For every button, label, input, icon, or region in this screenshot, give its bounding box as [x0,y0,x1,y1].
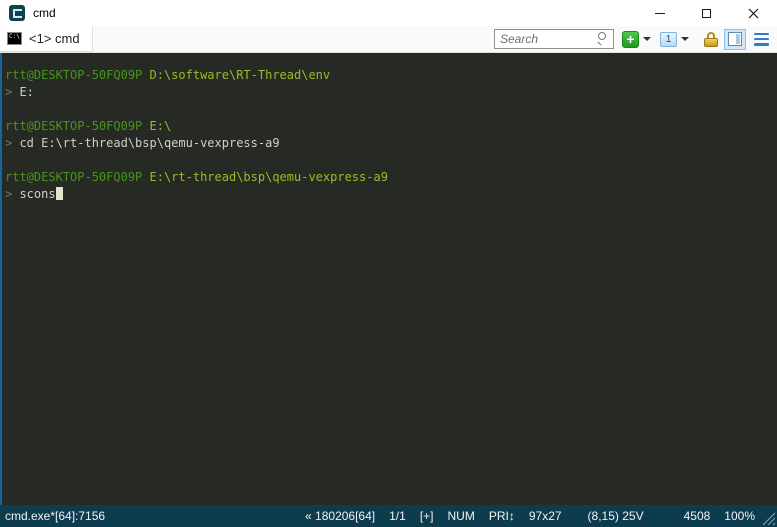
statusbar-item[interactable]: (8,15) 25V [588,509,644,523]
tabbar: C:\ <1> cmd + 1 [0,26,777,53]
terminal-output[interactable]: rtt@DESKTOP-50FQ09P D:\software\RT-Threa… [0,53,777,505]
statusbar-item[interactable]: 4508 [684,509,711,523]
chevron-down-icon [681,37,689,41]
search-input[interactable] [494,29,614,49]
panel-toggle-button[interactable] [724,29,746,50]
statusbar-item[interactable]: PRI↕ [489,509,515,523]
terminal-text-segment: rtt@DESKTOP-50FQ09P [5,119,150,133]
terminal-text-segment: E:\rt-thread\bsp\qemu-vexpress-a9 [150,170,388,184]
statusbar-item[interactable]: 1/1 [389,509,406,523]
terminal-line: rtt@DESKTOP-50FQ09P D:\software\RT-Threa… [5,67,773,84]
maximize-button[interactable] [683,0,730,26]
app-icon [9,5,25,21]
cmd-prompt-icon: C:\ [7,32,22,45]
terminal-text-segment: E: [19,85,33,99]
terminal-cursor [56,187,63,200]
statusbar-item[interactable]: 100% [724,509,755,523]
window-controls [636,0,777,26]
terminal-text-segment: rtt@DESKTOP-50FQ09P [5,170,150,184]
terminal-line: > cd E:\rt-thread\bsp\qemu-vexpress-a9 [5,135,773,152]
terminal-line: rtt@DESKTOP-50FQ09P E:\rt-thread\bsp\qem… [5,169,773,186]
side-panel-icon [728,32,742,46]
tab-cmd[interactable]: C:\ <1> cmd [0,26,93,52]
window-title: cmd [33,6,636,20]
terminal-text-segment: E:\ [150,119,172,133]
terminal-text-segment: scons [19,187,55,201]
terminal-text-segment: cd E:\rt-thread\bsp\qemu-vexpress-a9 [19,136,279,150]
terminal-line: > E: [5,84,773,101]
statusbar-item[interactable]: [+] [420,509,434,523]
terminal-line [5,152,773,169]
minimize-icon [655,13,665,14]
main-menu-button[interactable] [754,33,769,46]
statusbar: cmd.exe*[64]:7156 « 180206[64] 1/1 [+] NUM P… [0,505,777,527]
close-icon [748,8,759,19]
statusbar-item[interactable]: NUM [448,509,475,523]
terminal-text-segment: > [5,187,19,201]
statusbar-process: cmd.exe*[64]:7156 [5,509,105,523]
active-console-button[interactable]: 1 [660,32,694,47]
new-console-button[interactable]: + [622,31,656,48]
resize-grip[interactable] [760,510,776,526]
statusbar-items: « 180206[64] 1/1 [+] NUM PRI↕ 97x27 (8,15) 25V… [291,509,755,523]
close-button[interactable] [730,0,777,26]
terminal-text-segment: > [5,85,19,99]
green-plus-icon: + [622,31,639,48]
tab-label: <1> cmd [29,31,80,46]
terminal-line: rtt@DESKTOP-50FQ09P E:\ [5,118,773,135]
titlebar: cmd [0,0,777,26]
terminal-line: > scons [5,186,773,203]
chevron-down-icon [643,37,651,41]
statusbar-item[interactable]: 97x27 [529,509,562,523]
conemu-window: cmd C:\ <1> cmd + 1 [0,0,777,527]
maximize-icon [702,9,711,18]
minimize-button[interactable] [636,0,683,26]
search-box [494,29,614,49]
lock-button[interactable] [704,32,718,47]
search-icon [598,32,610,44]
terminal-text-segment: > [5,136,19,150]
terminal-line [5,101,773,118]
window-number-icon: 1 [660,32,677,47]
statusbar-item[interactable]: « 180206[64] [305,509,375,523]
terminal-text-segment: D:\software\RT-Thread\env [150,68,331,82]
terminal-text-segment: rtt@DESKTOP-50FQ09P [5,68,150,82]
